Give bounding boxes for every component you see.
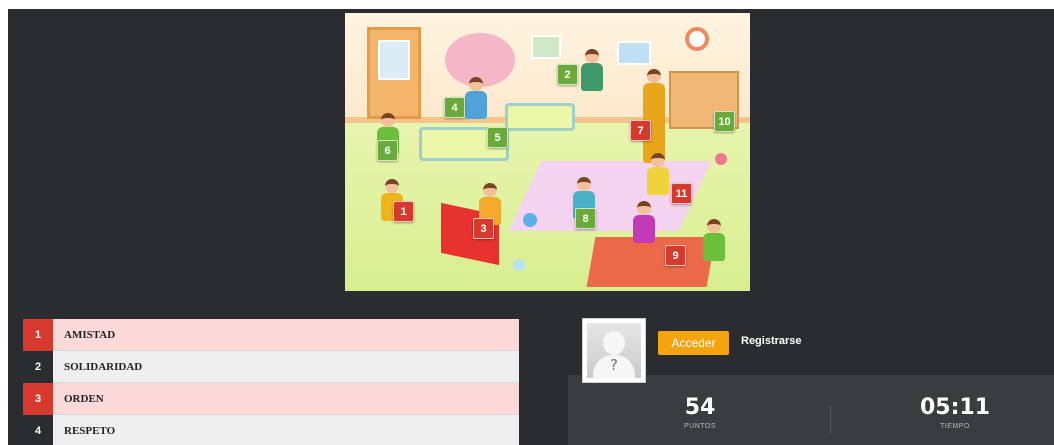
- ball: [715, 153, 727, 165]
- game-illustration[interactable]: 1 2 3 4 5 6 7 8 9 10 11: [345, 13, 750, 291]
- time-label: TIEMPO: [940, 423, 970, 430]
- ball: [513, 259, 525, 271]
- marker-5[interactable]: 5: [487, 127, 508, 148]
- word-number: 3: [23, 382, 53, 415]
- avatar-question-mark: ?: [610, 356, 618, 374]
- child-figure: [701, 219, 727, 263]
- child-figure: [579, 49, 605, 93]
- ball: [523, 213, 537, 227]
- points-label: PUNTOS: [683, 423, 717, 430]
- marker-10[interactable]: 10: [714, 111, 735, 132]
- word-label: AMISTAD: [64, 328, 116, 341]
- table-center: [505, 103, 575, 131]
- marker-1[interactable]: 1: [393, 201, 414, 222]
- game-stage: 1 2 3 4 5 6 7 8 9 10 11 1 AMISTAD 2 SOLI…: [8, 9, 1054, 445]
- register-link[interactable]: Registrarse: [741, 335, 802, 347]
- user-avatar[interactable]: ?: [582, 318, 646, 383]
- teacher-figure: [641, 69, 671, 163]
- marker-9[interactable]: 9: [665, 245, 686, 266]
- time-stat: 05:11 TIEMPO: [865, 395, 1045, 430]
- login-button[interactable]: Acceder: [658, 331, 729, 355]
- word-label: ORDEN: [64, 392, 104, 405]
- word-row-respeto[interactable]: 4 RESPETO: [23, 414, 519, 445]
- marker-7[interactable]: 7: [630, 120, 651, 141]
- word-label: SOLIDARIDAD: [64, 360, 143, 373]
- points-stat: 54 PUNTOS: [610, 395, 790, 430]
- word-row-solidaridad[interactable]: 2 SOLIDARIDAD: [23, 350, 519, 383]
- wall-picture-flowers: [531, 35, 561, 59]
- marker-6[interactable]: 6: [377, 140, 398, 161]
- stats-divider: [830, 405, 831, 433]
- marker-8[interactable]: 8: [575, 208, 596, 229]
- marker-2[interactable]: 2: [557, 64, 578, 85]
- door-window: [378, 40, 410, 80]
- wall-clock: [685, 27, 709, 51]
- child-figure: [645, 153, 671, 197]
- child-figure: [631, 201, 657, 245]
- marker-4[interactable]: 4: [444, 97, 465, 118]
- word-number: 2: [23, 350, 53, 383]
- score-panel: 54 PUNTOS 05:11 TIEMPO: [568, 375, 1054, 445]
- word-label: RESPETO: [64, 424, 116, 437]
- word-number: 1: [23, 318, 53, 351]
- word-row-orden[interactable]: 3 ORDEN: [23, 382, 519, 415]
- child-figure: [463, 77, 489, 121]
- marker-11[interactable]: 11: [671, 183, 692, 204]
- door: [367, 27, 421, 119]
- word-list: 1 AMISTAD 2 SOLIDARIDAD 3 ORDEN 4 RESPET…: [23, 318, 519, 445]
- marker-3[interactable]: 3: [473, 218, 494, 239]
- word-number: 4: [23, 414, 53, 445]
- default-avatar-icon: ?: [587, 323, 641, 378]
- word-row-amistad[interactable]: 1 AMISTAD: [23, 318, 519, 351]
- time-value: 05:11: [919, 395, 991, 420]
- wall-picture-boat: [617, 41, 651, 65]
- points-value: 54: [684, 395, 716, 420]
